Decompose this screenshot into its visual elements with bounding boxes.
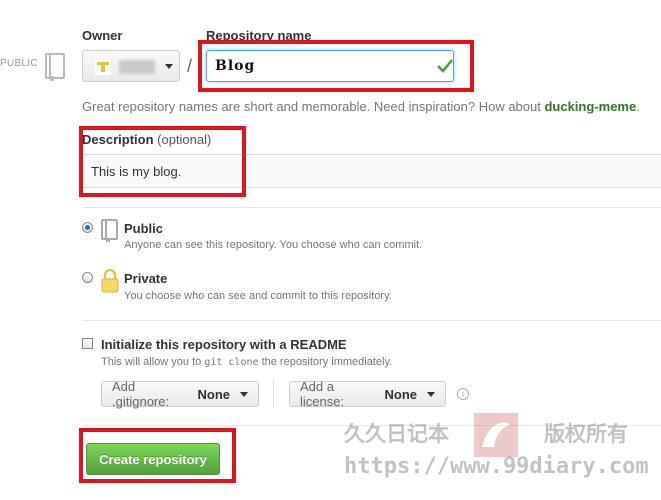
public-radio[interactable] — [82, 222, 93, 233]
divider — [82, 207, 661, 208]
watermark-logo-icon — [474, 413, 518, 457]
lock-icon — [101, 269, 119, 293]
dropdown-separator — [273, 380, 274, 408]
repo-book-icon — [45, 53, 65, 82]
readme-note-after: the repository immediately. — [258, 356, 393, 368]
name-suggestion-link[interactable]: ducking-meme — [544, 99, 636, 114]
readme-option-note: This will allow you to git clone the rep… — [101, 356, 392, 368]
gitignore-label: Add .gitignore: — [112, 379, 170, 409]
highlight-box-create-button — [79, 428, 236, 483]
owner-name-blurred — [119, 60, 155, 74]
license-label: Add a license: — [300, 379, 345, 409]
path-separator: / — [187, 56, 193, 76]
chevron-down-icon — [427, 391, 435, 397]
highlight-box-description — [79, 126, 246, 197]
public-indicator-label: PUBLIC — [0, 58, 38, 69]
public-option-title: Public — [124, 221, 164, 236]
readme-note-code: git clone — [204, 357, 259, 368]
info-icon[interactable]: i — [457, 388, 469, 400]
owner-dropdown[interactable] — [82, 50, 180, 82]
gitignore-dropdown[interactable]: Add .gitignore: None — [101, 379, 259, 409]
readme-checkbox[interactable] — [82, 338, 93, 349]
license-value: None — [384, 386, 418, 402]
owner-label: Owner — [82, 28, 123, 43]
owner-avatar-icon — [95, 59, 111, 75]
highlight-box-repository-name — [198, 40, 474, 92]
chevron-down-icon — [240, 391, 248, 397]
watermark-text-right: 版权所有 — [544, 423, 628, 446]
gitignore-value: None — [197, 386, 231, 402]
public-option-note: Anyone can see this repository. You choo… — [124, 239, 423, 251]
watermark-url: https://www.99diary.com — [344, 454, 649, 479]
private-radio[interactable] — [82, 272, 93, 283]
repository-name-hint: Great repository names are short and mem… — [82, 99, 640, 114]
public-book-icon — [101, 219, 118, 243]
license-dropdown[interactable]: Add a license: None — [289, 379, 446, 409]
hint-end: . — [636, 99, 640, 114]
chevron-down-icon — [165, 64, 173, 69]
readme-option-title: Initialize this repository with a README — [101, 337, 347, 352]
private-option-note: You choose who can see and commit to thi… — [124, 290, 392, 302]
readme-note-before: This will allow you to — [101, 356, 205, 368]
divider — [82, 320, 661, 321]
private-option-title: Private — [124, 271, 168, 286]
watermark-text-left: 久久日记本 — [344, 423, 449, 446]
hint-text: Great repository names are short and mem… — [82, 99, 545, 114]
